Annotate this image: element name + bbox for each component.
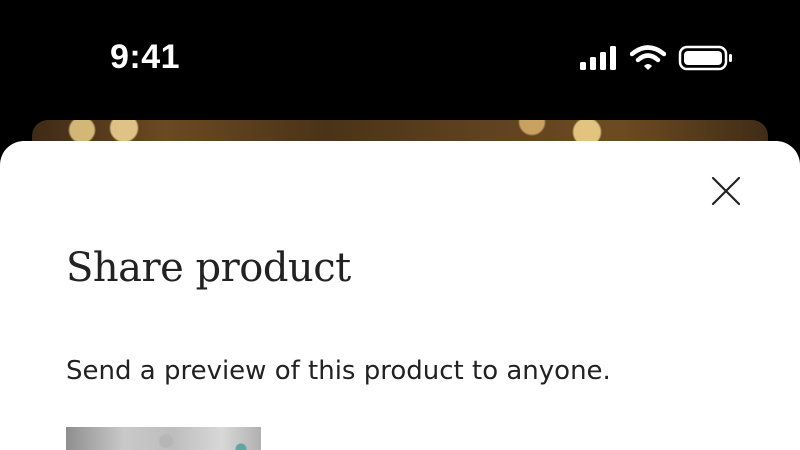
product-preview-image [66, 427, 261, 450]
cellular-signal-icon [580, 45, 618, 75]
share-product-sheet: Share product Send a preview of this pro… [0, 141, 800, 450]
wifi-icon [629, 44, 667, 76]
sheet-title: Share product [66, 245, 351, 291]
status-time: 9:41 [110, 38, 181, 76]
close-icon [711, 176, 741, 206]
battery-icon [678, 44, 734, 77]
status-bar: 9:41 [0, 0, 800, 120]
status-icons [580, 44, 734, 77]
phone-screen: 9:41 Share product Send a preview of thi… [0, 0, 800, 450]
close-button[interactable] [708, 173, 744, 209]
sheet-subtitle: Send a preview of this product to anyone… [66, 356, 611, 386]
